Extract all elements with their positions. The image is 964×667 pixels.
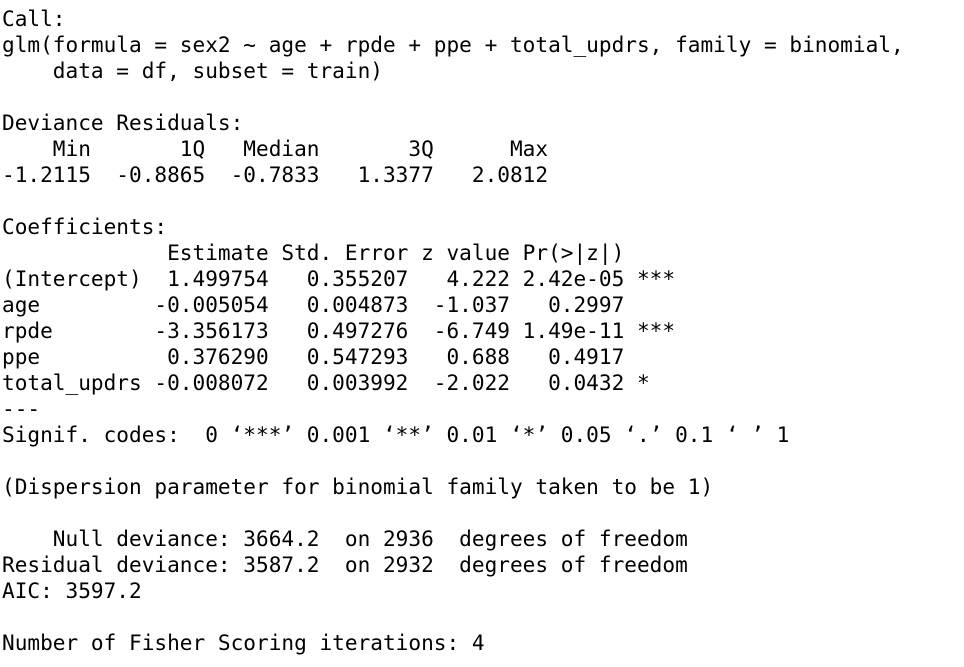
coefficient-row-age: age -0.005054 0.004873 -1.037 0.2997: [2, 292, 676, 317]
coefficient-row-ppe: ppe 0.376290 0.547293 0.688 0.4917: [2, 344, 676, 369]
fisher-scoring-line: Number of Fisher Scoring iterations: 4: [2, 630, 485, 655]
residuals-values: -1.2115 -0.8865 -0.7833 1.3377 2.0812: [2, 162, 549, 187]
call-formula-line: glm(formula = sex2 ~ age + rpde + ppe + …: [2, 32, 904, 57]
coefficients-header: Coefficients:: [2, 214, 168, 239]
coefficients-column-headers: Estimate Std. Error z value Pr(>|z|): [2, 240, 676, 265]
call-data-line: data = df, subset = train): [2, 58, 383, 83]
residual-deviance-line: Residual deviance: 3587.2 on 2932 degree…: [2, 552, 688, 577]
coefficient-row-intercept: (Intercept) 1.499754 0.355207 4.222 2.42…: [2, 266, 676, 291]
coefficient-row-total-updrs: total_updrs -0.008072 0.003992 -2.022 0.…: [2, 370, 676, 395]
dispersion-parameter-line: (Dispersion parameter for binomial famil…: [2, 474, 714, 499]
null-deviance-line: Null deviance: 3664.2 on 2936 degrees of…: [2, 526, 688, 551]
deviance-residuals-header: Deviance Residuals:: [2, 110, 244, 135]
aic-line: AIC: 3597.2: [2, 578, 142, 603]
residuals-column-headers: Min 1Q Median 3Q Max: [2, 136, 549, 161]
signif-codes-line: Signif. codes: 0 ‘***’ 0.001 ‘**’ 0.01 ‘…: [2, 422, 790, 447]
coefficient-row-rpde: rpde -3.356173 0.497276 -6.749 1.49e-11 …: [2, 318, 676, 343]
call-header: Call:: [2, 6, 66, 31]
r-console-output: Call: glm(formula = sex2 ~ age + rpde + p…: [2, 6, 904, 656]
separator-line: ---: [2, 396, 41, 421]
